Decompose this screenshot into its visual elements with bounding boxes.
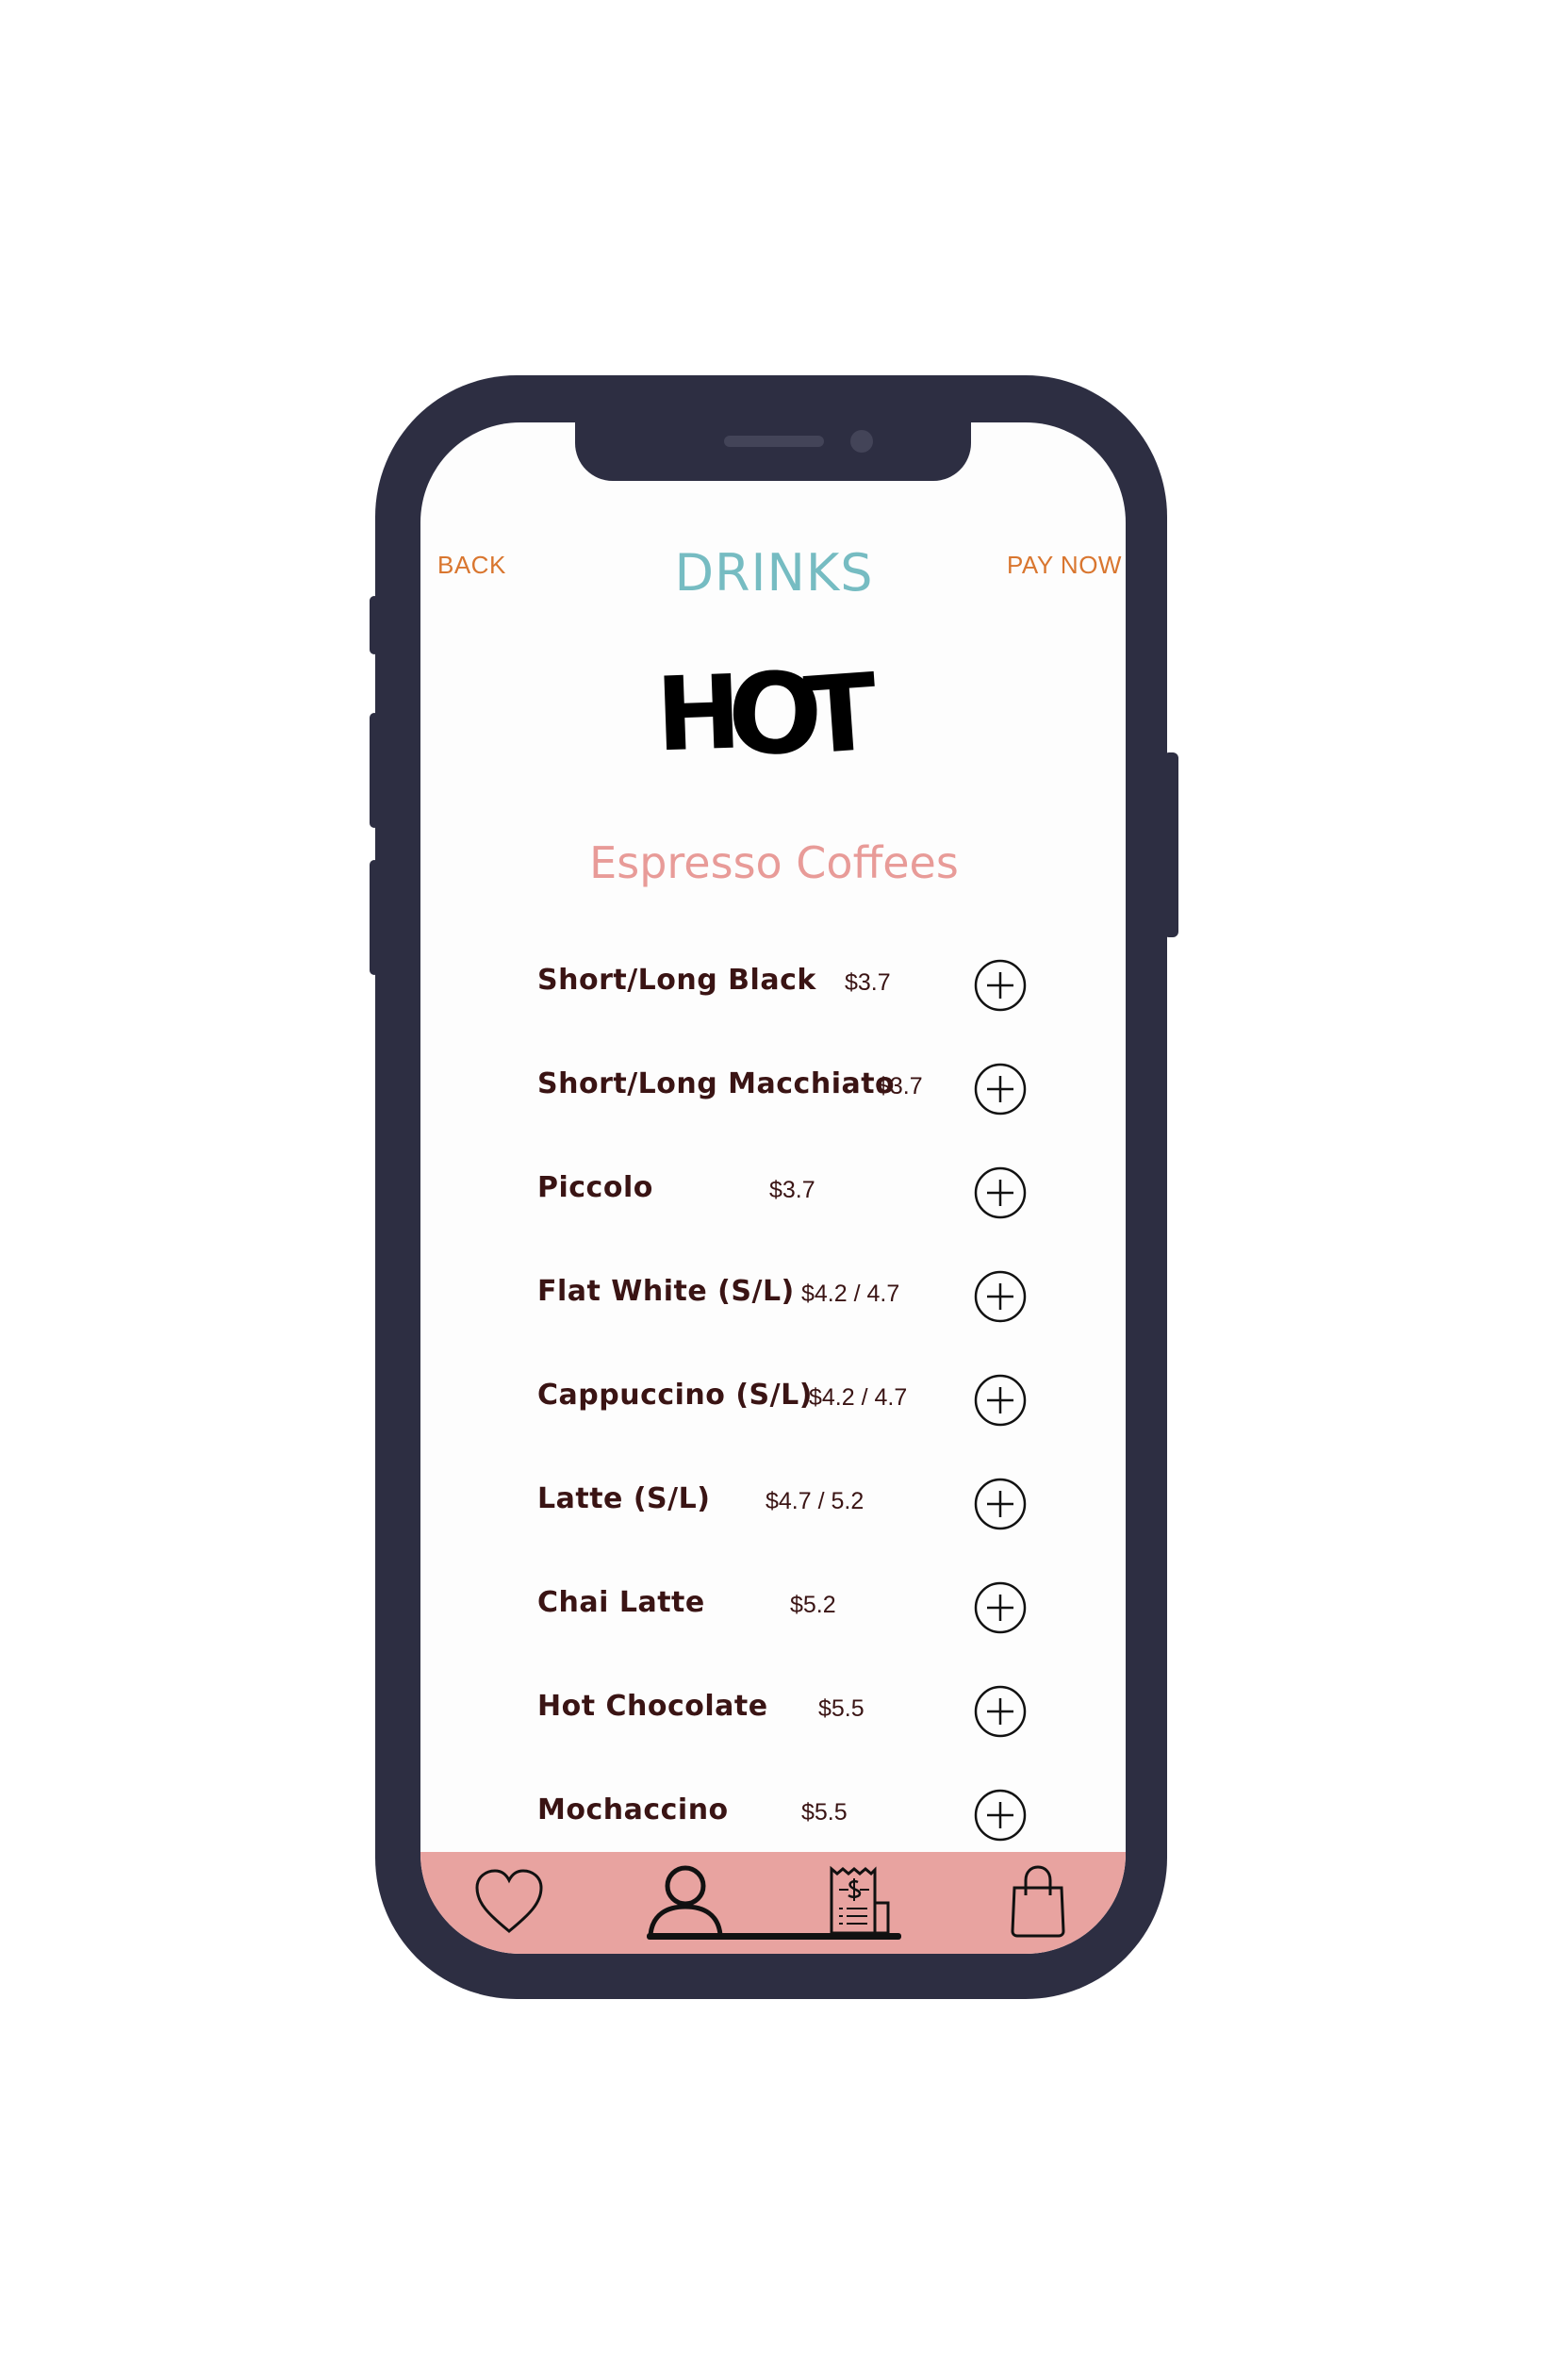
menu-item: Hot Chocolate $5.5 — [471, 1677, 1075, 1752]
receipt-icon — [830, 1865, 890, 1935]
speaker — [724, 436, 824, 447]
shopping-bag-icon — [1011, 1865, 1065, 1938]
heart-icon — [475, 1869, 543, 1933]
page-title: DRINKS — [674, 543, 874, 603]
menu-item-name: Mochaccino — [537, 1793, 729, 1826]
plus-circle-icon — [974, 1166, 1027, 1219]
menu-item-name: Short/Long Macchiato — [537, 1067, 896, 1100]
menu-item-name: Latte (S/L) — [537, 1482, 711, 1515]
menu-item-name: Hot Chocolate — [537, 1690, 768, 1723]
menu-item-name: Flat White (S/L) — [537, 1275, 795, 1308]
hot-heading: H O T — [649, 646, 894, 781]
hot-letter-t: T — [800, 651, 881, 779]
mute-switch — [370, 596, 379, 654]
add-to-cart-button[interactable] — [973, 1062, 1028, 1116]
add-to-cart-button[interactable] — [973, 958, 1028, 1013]
menu-item-price: $4.7 / 5.2 — [766, 1488, 865, 1514]
plus-circle-icon — [974, 1270, 1027, 1323]
tab-orders[interactable] — [828, 1865, 896, 1937]
add-to-cart-button[interactable] — [973, 1580, 1028, 1635]
volume-up-button — [370, 713, 379, 828]
plus-circle-icon — [974, 959, 1027, 1012]
menu-item: Latte (S/L) $4.7 / 5.2 — [471, 1469, 1075, 1545]
section-title: Espresso Coffees — [589, 837, 959, 888]
menu-item-name: Chai Latte — [537, 1586, 705, 1619]
add-to-cart-button[interactable] — [973, 1269, 1028, 1324]
menu-item-price: $5.2 — [790, 1592, 836, 1618]
menu-item-price: $5.5 — [801, 1799, 848, 1826]
add-to-cart-button[interactable] — [973, 1788, 1028, 1843]
menu-item: Mochaccino $5.5 — [471, 1780, 1075, 1856]
plus-circle-icon — [974, 1581, 1027, 1634]
menu-item-price: $4.2 / 4.7 — [801, 1281, 900, 1307]
menu-item-price: $3.7 — [769, 1177, 815, 1203]
menu-item-price: $3.7 — [877, 1073, 923, 1099]
plus-circle-icon — [974, 1063, 1027, 1116]
plus-circle-icon — [974, 1478, 1027, 1530]
pay-now-link[interactable]: PAY NOW — [1007, 551, 1122, 580]
plus-circle-icon — [974, 1685, 1027, 1738]
notch — [575, 415, 971, 481]
menu-item: Flat White (S/L) $4.2 / 4.7 — [471, 1262, 1075, 1337]
menu-item: Cappuccino (S/L) $4.2 / 4.7 — [471, 1365, 1075, 1441]
add-to-cart-button[interactable] — [973, 1165, 1028, 1220]
menu-item-price: $3.7 — [845, 969, 891, 996]
menu-item: Chai Latte $5.2 — [471, 1573, 1075, 1648]
menu-item-name: Short/Long Black — [537, 964, 816, 997]
menu-item-price: $5.5 — [818, 1695, 865, 1722]
user-icon — [648, 1865, 723, 1936]
add-to-cart-button[interactable] — [973, 1373, 1028, 1428]
tab-favorites[interactable] — [471, 1867, 547, 1937]
menu-item-price: $4.2 / 4.7 — [809, 1384, 908, 1411]
tab-profile[interactable] — [645, 1865, 726, 1941]
menu-item: Short/Long Black $3.7 — [471, 950, 1075, 1026]
tab-cart[interactable] — [1007, 1863, 1069, 1939]
front-camera — [850, 430, 873, 453]
menu-item-name: Piccolo — [537, 1171, 653, 1204]
add-to-cart-button[interactable] — [973, 1684, 1028, 1739]
add-to-cart-button[interactable] — [973, 1477, 1028, 1531]
plus-circle-icon — [974, 1789, 1027, 1842]
menu-item: Piccolo $3.7 — [471, 1158, 1075, 1233]
menu-item: Short/Long Macchiato $3.7 — [471, 1054, 1075, 1130]
menu-item-name: Cappuccino (S/L) — [537, 1379, 813, 1412]
plus-circle-icon — [974, 1374, 1027, 1427]
